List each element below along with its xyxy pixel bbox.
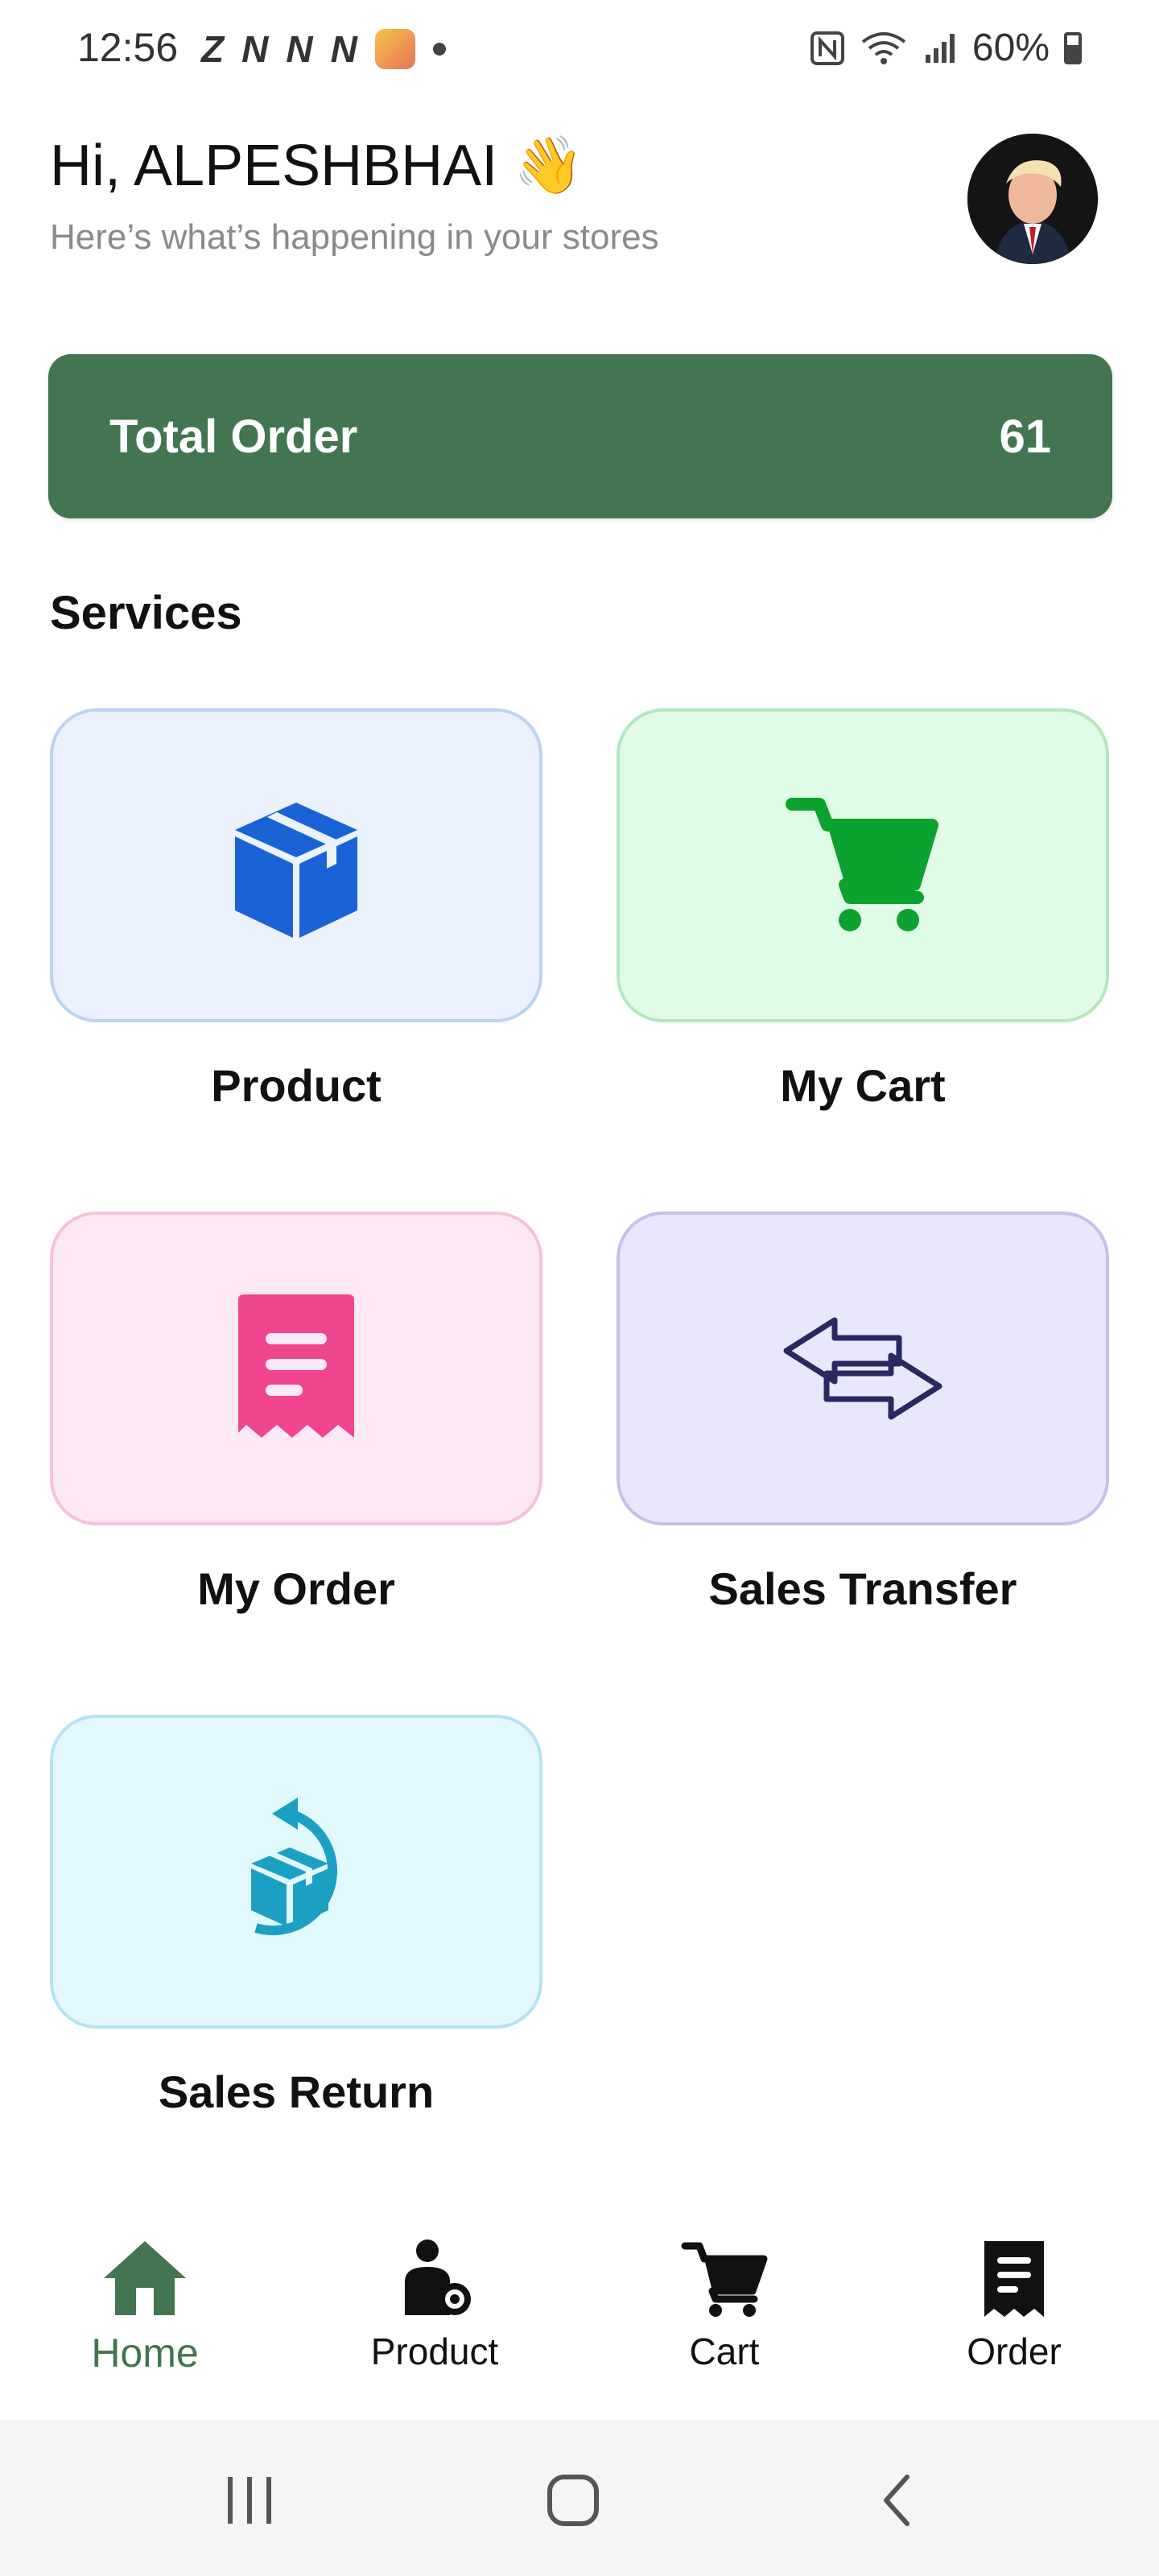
sales-return-service-tile[interactable] xyxy=(50,1715,542,2029)
more-notifications-icon xyxy=(432,43,446,56)
product-person-icon xyxy=(405,2240,471,2315)
status-time: 12:56 xyxy=(77,25,179,70)
nav-order-label: Order xyxy=(967,2330,1062,2372)
nav-home[interactable]: Home xyxy=(24,2238,266,2376)
product-service-tile[interactable] xyxy=(50,708,542,1022)
greeting-subtitle: Here’s what’s happening in your stores xyxy=(50,217,659,257)
cart-icon xyxy=(681,2242,768,2317)
total-order-card[interactable]: Total Order 61 xyxy=(48,354,1112,518)
receipt-icon xyxy=(238,1294,354,1438)
app-notification-icon xyxy=(374,29,415,69)
recent-apps-button[interactable] xyxy=(217,2468,282,2533)
notification-icon: N xyxy=(330,28,357,70)
greeting-text: Hi, ALPESHBHAI xyxy=(50,134,498,198)
avatar[interactable] xyxy=(967,134,1098,264)
cart-icon xyxy=(786,798,938,931)
sales-return-service-label: Sales Return xyxy=(158,2066,435,2117)
status-right: 60% xyxy=(810,26,1082,70)
bottom-navigation: Home Product Cart Order xyxy=(0,2206,1159,2423)
recent-apps-icon xyxy=(228,2477,271,2524)
status-bar: 12:56 Z N N N 60% xyxy=(0,0,1159,105)
avatar-image xyxy=(967,134,1098,264)
nfc-icon xyxy=(810,31,844,65)
notification-icons: Z N N N xyxy=(201,27,446,71)
home-icon xyxy=(104,2241,186,2315)
my-cart-service-tile[interactable] xyxy=(617,708,1109,1022)
nav-product[interactable]: Product xyxy=(314,2238,555,2373)
my-order-service-label: My Order xyxy=(197,1563,395,1614)
sales-transfer-service-tile[interactable] xyxy=(617,1212,1109,1525)
waving-hand-icon: 👋 xyxy=(514,134,584,196)
product-service-label: Product xyxy=(211,1060,382,1111)
notification-icon: Z xyxy=(201,28,225,70)
wifi-icon xyxy=(861,31,906,64)
my-cart-service-label: My Cart xyxy=(780,1060,946,1111)
my-order-service-tile[interactable] xyxy=(50,1212,542,1525)
back-icon xyxy=(884,2475,909,2526)
return-box-icon xyxy=(251,1798,337,1936)
notification-icon: N xyxy=(241,28,269,70)
battery-icon xyxy=(1064,31,1082,64)
box-icon xyxy=(235,803,357,938)
nav-cart-label: Cart xyxy=(689,2330,760,2372)
home-circle-icon xyxy=(547,2475,599,2526)
system-navigation-bar xyxy=(0,2420,1159,2576)
back-button[interactable] xyxy=(866,2468,930,2533)
nav-home-label: Home xyxy=(91,2330,199,2376)
nav-order[interactable]: Order xyxy=(893,2238,1135,2373)
sales-transfer-service-label: Sales Transfer xyxy=(708,1563,1017,1614)
receipt-icon xyxy=(984,2241,1044,2317)
battery-percent: 60% xyxy=(971,27,1050,69)
total-order-value: 61 xyxy=(999,410,1051,463)
total-order-label: Total Order xyxy=(109,410,358,463)
home-button[interactable] xyxy=(541,2468,605,2533)
services-title: Services xyxy=(50,587,242,639)
nav-cart[interactable]: Cart xyxy=(604,2238,845,2373)
notification-icon: N xyxy=(286,28,313,70)
nav-product-label: Product xyxy=(370,2330,499,2372)
signal-icon xyxy=(925,33,955,63)
greeting: Hi, ALPESHBHAI 👋 xyxy=(50,133,584,199)
transfer-arrows-icon xyxy=(783,1317,942,1420)
